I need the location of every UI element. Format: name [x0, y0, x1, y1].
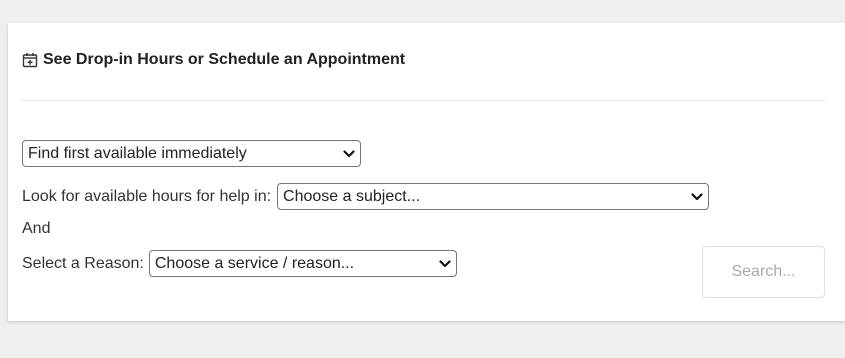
panel-title: See Drop-in Hours or Schedule an Appoint…	[43, 51, 406, 68]
and-text: And	[22, 220, 51, 237]
and-row: And	[22, 220, 50, 238]
appointment-panel: See Drop-in Hours or Schedule an Appoint…	[8, 23, 845, 321]
reason-select[interactable]: Choose a service / reason...	[148, 250, 457, 277]
search-button[interactable]: Search...	[702, 246, 825, 298]
subject-row: Look for available hours for help in: Ch…	[22, 183, 710, 210]
subject-select-value: Choose a subject...	[283, 187, 421, 205]
subject-select[interactable]: Choose a subject...	[277, 183, 710, 210]
availability-select-value: Find first available immediately	[28, 144, 247, 162]
availability-row: Find first available immediately	[22, 140, 361, 167]
reason-label: Select a Reason:	[22, 254, 144, 272]
calendar-plus-icon	[22, 52, 38, 68]
panel-heading: See Drop-in Hours or Schedule an Appoint…	[22, 51, 405, 69]
chevron-down-icon	[439, 259, 451, 268]
chevron-down-icon	[343, 149, 355, 158]
reason-select-value: Choose a service / reason...	[154, 254, 355, 272]
reason-row: Select a Reason: Choose a service / reas…	[22, 250, 457, 277]
availability-select[interactable]: Find first available immediately	[22, 140, 361, 167]
chevron-down-icon	[691, 192, 703, 201]
divider	[22, 100, 825, 101]
subject-label: Look for available hours for help in:	[22, 187, 272, 205]
